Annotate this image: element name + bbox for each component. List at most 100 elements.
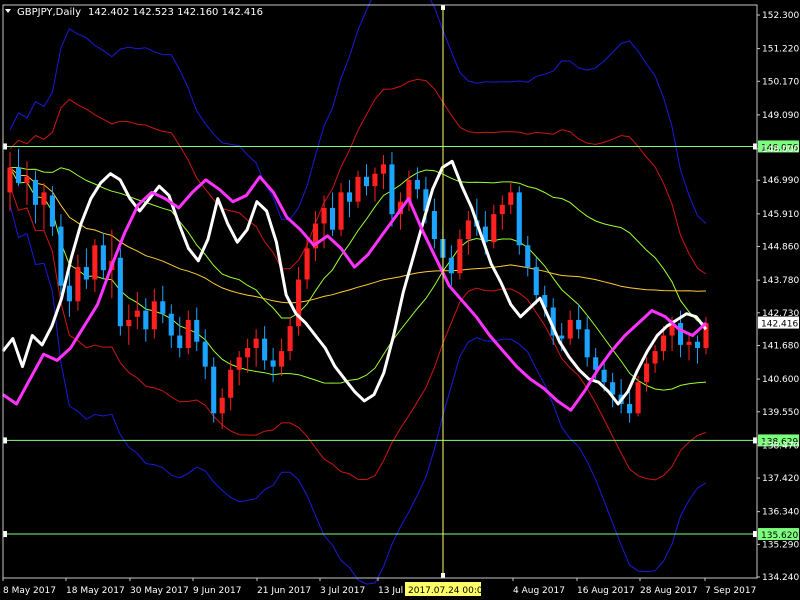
candle-body [584,329,590,358]
candle-body [100,245,106,271]
candle-body [338,192,344,230]
y-tick-label: 149.090 [762,111,799,121]
price-chart[interactable]: 148.076138.629135.620 152.300151.220150.… [0,0,800,600]
candle-body [661,335,667,352]
y-tick-label: 143.780 [762,276,799,286]
candle-body [576,319,582,330]
current-price-label: 142.416 [761,320,798,330]
crosshair-anchor-bottom [441,573,445,578]
candle-body [7,167,13,193]
candle-body [380,164,387,174]
line-anchor-left [3,531,7,538]
candle-body [448,257,454,274]
candle-body [601,369,607,383]
candle-body [126,319,132,327]
y-tick-label: 146.990 [762,176,799,186]
y-tick-label: 134.240 [762,573,799,583]
y-tick-label: 137.420 [762,474,799,484]
y-tick-label: 150.170 [762,77,799,87]
candle-body [414,179,420,190]
candle-body [41,192,47,205]
candle-body [644,363,650,383]
candle-body [66,285,72,302]
line-anchor-right [753,143,757,150]
candle-body [635,382,641,414]
candle-body [525,245,531,268]
candle-body [321,207,327,224]
candle-body [49,195,55,227]
y-tick-label: 136.340 [762,508,799,518]
x-tick-label: 21 Jun 2017 [257,586,311,596]
line-anchor-right [753,437,757,444]
candle-body [134,310,140,317]
candle-body [245,347,251,358]
y-tick-label: 148.000 [762,145,799,155]
candle-body [491,214,497,243]
indicator-bands [9,0,707,585]
indicator-lines [1,159,708,412]
line-anchor-right [753,531,757,538]
x-tick-label: 7 Sep 2017 [705,586,756,596]
y-tick-label: 152.300 [762,11,799,21]
candle-body [686,341,692,345]
candle-body [270,360,276,367]
candle-body [329,207,336,230]
y-tick-label: 138.470 [762,441,799,451]
candle-body [652,351,658,364]
candle-body [355,176,361,202]
candle-body [516,192,522,246]
candle-body [465,220,471,240]
x-tick-label: 4 Aug 2017 [513,586,565,596]
candle-body [677,323,684,345]
candle-body [389,164,395,215]
candle-body [75,267,81,302]
candle-body [262,338,268,361]
candle-body [287,326,293,352]
candle-body [363,176,370,187]
x-tick-label: 28 Aug 2017 [640,586,698,596]
x-tick-label: 8 May 2017 [3,586,56,596]
y-tick-label: 144.860 [762,243,799,253]
x-tick-label: 16 Aug 2017 [577,586,635,596]
x-tick-label: 9 Jun 2017 [193,586,241,596]
symbol-timeframe: GBPJPY,Daily [17,7,81,18]
candle-body [160,301,166,314]
x-tick-label: 30 May 2017 [130,586,189,596]
y-tick-label: 151.220 [762,45,799,55]
x-tick-label: 3 Jul 2017 [320,586,365,596]
candle-body [58,226,64,286]
candle-body [202,341,208,367]
candle-body [533,267,539,296]
candle-body [627,403,633,414]
candle-body [304,248,310,280]
chart-header: GBPJPY,Daily 142.402 142.523 142.160 142… [5,7,263,18]
y-tick-label: 141.680 [762,341,799,351]
candle-body [228,369,234,398]
candle-body [211,366,217,414]
y-tick-label: 135.290 [762,540,799,550]
candle-body [508,192,514,205]
candle-body [143,310,149,330]
y-tick-label: 145.910 [762,210,799,220]
candle-body [177,335,183,348]
candle-body [32,179,39,205]
candle-body [279,351,285,367]
candle-body [151,301,157,330]
dropdown-arrow-icon[interactable] [5,9,11,13]
candle-body [168,313,174,336]
ohlc-values: 142.402 142.523 142.160 142.416 [88,7,263,18]
line-anchor-left [3,437,7,444]
chart-frame [2,4,758,579]
candle-body [694,341,701,348]
candle-body [346,192,353,202]
candle-body [24,176,30,184]
crosshair [441,5,445,578]
candle-body [559,335,565,339]
candle-body [83,267,89,280]
y-tick-label: 139.550 [762,408,799,418]
candle-body [117,257,123,327]
candle-body [236,357,242,370]
candle-body [92,245,98,280]
y-tick-label: 140.600 [762,375,799,385]
candle-body [185,319,191,348]
